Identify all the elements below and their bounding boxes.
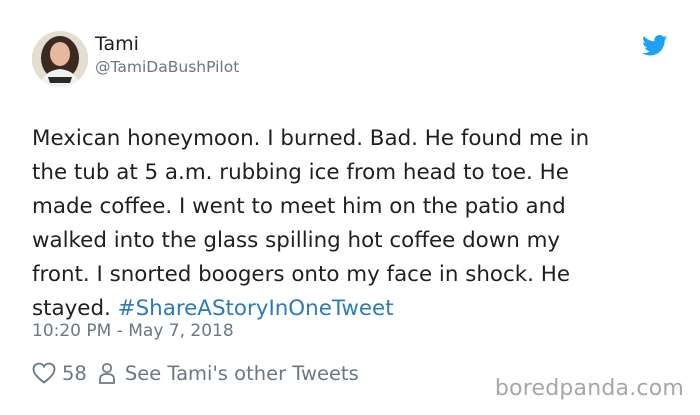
watermark: boredpanda.com (494, 376, 684, 401)
hashtag-link[interactable]: #ShareAStoryInOneTweet (118, 296, 394, 321)
tweet-line: Mexican honeymoon. I burned. Bad. He fou… (32, 126, 590, 151)
tweet-line: made coffee. I went to meet him on the p… (32, 194, 566, 219)
person-icon (98, 362, 115, 384)
tweet-actions: 58 See Tami's other Tweets (32, 358, 359, 388)
tweet-line: stayed. (32, 296, 111, 321)
tweet-text: Mexican honeymoon. I burned. Bad. He fou… (32, 122, 672, 326)
author-handle[interactable]: @TamiDaBushPilot (95, 58, 239, 76)
tweet-timestamp[interactable]: 10:20 PM - May 7, 2018 (32, 321, 234, 341)
avatar[interactable] (32, 31, 88, 87)
see-other-tweets-link[interactable]: See Tami's other Tweets (125, 362, 359, 385)
avatar-image (32, 31, 88, 87)
like-count[interactable]: 58 (62, 362, 87, 385)
author-display-name[interactable]: Tami (95, 33, 139, 55)
twitter-bird-icon[interactable] (642, 35, 668, 56)
tweet-line: walked into the glass spilling hot coffe… (32, 228, 561, 253)
tweet-card: Tami @TamiDaBushPilot Mexican honeymoon.… (0, 0, 700, 415)
heart-icon[interactable] (32, 362, 56, 384)
tweet-line: front. I snorted boogers onto my face in… (32, 262, 570, 287)
tweet-line: the tub at 5 a.m. rubbing ice from head … (32, 160, 569, 185)
